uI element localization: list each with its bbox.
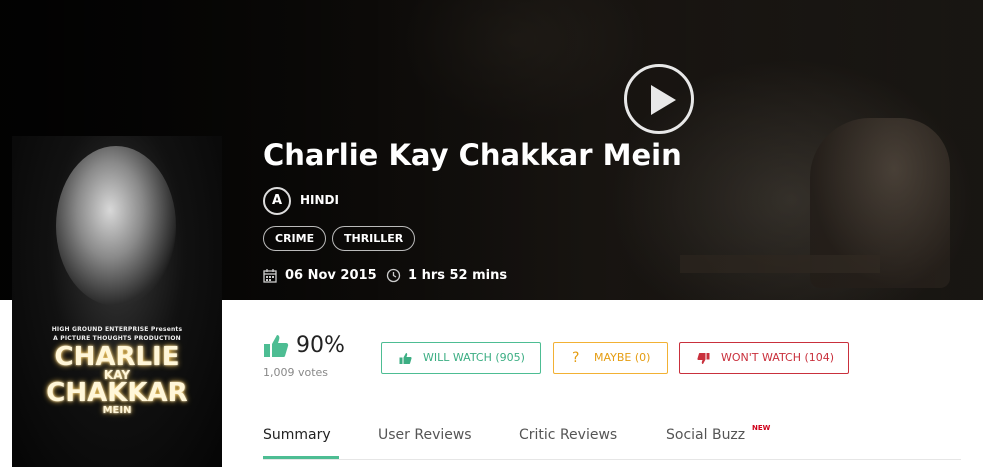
thumbs-down-icon xyxy=(697,353,710,364)
genre-tag-thriller[interactable]: THRILLER xyxy=(332,226,416,251)
tab-summary[interactable]: Summary xyxy=(263,427,331,443)
poster-title-line3: CHAKKAR xyxy=(46,378,188,408)
maybe-button[interactable]: ? MAYBE (0) xyxy=(553,342,668,374)
rating-percent: 90% xyxy=(296,333,345,358)
will-watch-label: WILL WATCH (905) xyxy=(423,351,525,364)
tab-divider xyxy=(263,459,961,460)
movie-title: Charlie Kay Chakkar Mein xyxy=(263,138,682,172)
clock-icon xyxy=(386,268,401,283)
poster-presenter: HIGH GROUND ENTERPRISE Presents xyxy=(51,326,183,333)
maybe-label: MAYBE (0) xyxy=(594,351,651,364)
language-label: HINDI xyxy=(300,193,339,207)
poster-production: A PICTURE THOUGHTS PRODUCTION xyxy=(53,335,181,342)
wont-watch-button[interactable]: WON'T WATCH (104) xyxy=(679,342,849,374)
certificate-badge: A xyxy=(263,187,291,215)
vote-count: 1,009 votes xyxy=(263,366,329,379)
thumbs-up-icon xyxy=(399,353,412,364)
will-watch-button[interactable]: WILL WATCH (905) xyxy=(381,342,541,374)
active-tab-indicator xyxy=(263,456,339,459)
question-mark-icon: ? xyxy=(572,350,580,366)
release-date: 06 Nov 2015 xyxy=(285,268,377,283)
genre-tag-crime[interactable]: CRIME xyxy=(263,226,327,251)
thumbs-up-icon xyxy=(264,335,289,357)
play-icon xyxy=(651,85,676,115)
poster-title-line4: MEIN xyxy=(102,405,132,416)
wont-watch-label: WON'T WATCH (104) xyxy=(721,351,835,364)
calendar-icon xyxy=(263,269,277,283)
tab-social-buzz[interactable]: Social Buzz xyxy=(666,427,745,443)
new-badge: NEW xyxy=(752,424,771,432)
tab-critic-reviews[interactable]: Critic Reviews xyxy=(519,427,617,443)
poster-artwork xyxy=(56,146,176,306)
movie-poster: HIGH GROUND ENTERPRISE Presents A PICTUR… xyxy=(12,136,222,467)
tab-user-reviews[interactable]: User Reviews xyxy=(378,427,472,443)
runtime: 1 hrs 52 mins xyxy=(408,268,508,283)
play-trailer-button[interactable] xyxy=(624,64,694,134)
